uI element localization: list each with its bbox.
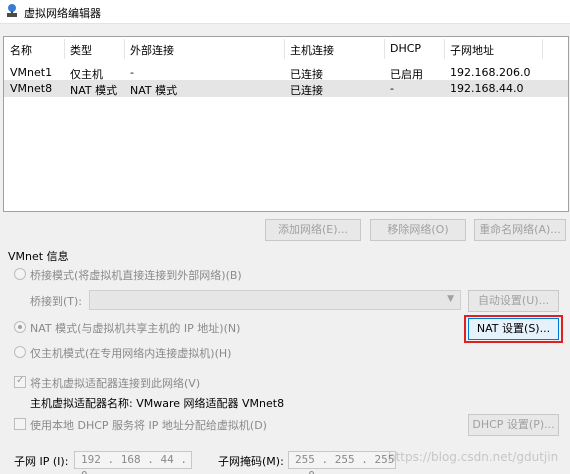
bridge-to-label: 桥接到(T): xyxy=(30,295,83,308)
cell-name: VMnet1 xyxy=(10,66,53,79)
table-row-vmnet8[interactable]: VMnet8 NAT 模式 NAT 模式 已连接 - 192.168.44.0 xyxy=(4,80,568,97)
title-bar: 虚拟网络编辑器 xyxy=(0,0,570,24)
column-header-external[interactable]: 外部连接 xyxy=(130,42,174,58)
column-header-dhcp[interactable]: DHCP xyxy=(390,42,421,55)
bridge-mode-radio[interactable] xyxy=(14,268,26,280)
nat-settings-button[interactable]: NAT 设置(S)... xyxy=(468,318,559,340)
window-title: 虚拟网络编辑器 xyxy=(24,7,101,20)
nat-mode-radio[interactable] xyxy=(14,321,26,333)
dhcp-settings-button[interactable]: DHCP 设置(P)... xyxy=(468,414,559,436)
column-header-type[interactable]: 类型 xyxy=(70,42,92,58)
column-header-name[interactable]: 名称 xyxy=(10,42,32,58)
connect-adapter-label[interactable]: 将主机虚拟适配器连接到此网络(V) xyxy=(30,375,200,391)
vmnet-info-title: VMnet 信息 xyxy=(8,250,69,263)
adapter-name-text: 主机虚拟适配器名称: VMware 网络适配器 VMnet8 xyxy=(30,397,285,410)
remove-network-button[interactable]: 移除网络(O) xyxy=(370,219,466,241)
cell-subnet: 192.168.206.0 xyxy=(450,66,531,79)
subnet-ip-field[interactable]: 192 . 168 . 44 . 0 xyxy=(74,451,192,474)
column-header-host[interactable]: 主机连接 xyxy=(290,42,334,58)
subnet-ip-label: 子网 IP (I): xyxy=(14,455,69,468)
host-only-radio[interactable] xyxy=(14,346,26,358)
bridge-mode-label[interactable]: 桥接模式(将虚拟机直接连接到外部网络)(B) xyxy=(30,267,242,283)
network-editor-icon xyxy=(7,4,17,17)
use-dhcp-label[interactable]: 使用本地 DHCP 服务将 IP 地址分配给虚拟机(D) xyxy=(30,417,267,433)
rename-network-button[interactable]: 重命名网络(A)... xyxy=(474,219,566,241)
table-header: 名称 类型 外部连接 主机连接 DHCP 子网地址 xyxy=(4,37,568,61)
connect-adapter-checkbox[interactable] xyxy=(14,375,26,388)
bridge-to-select[interactable]: ▼ xyxy=(89,290,461,310)
cell-type: NAT 模式 xyxy=(70,84,118,97)
add-network-button[interactable]: 添加网络(E)... xyxy=(265,219,361,241)
subnet-mask-label: 子网掩码(M): xyxy=(218,455,284,468)
cell-host: 已连接 xyxy=(290,84,323,97)
network-table[interactable]: 名称 类型 外部连接 主机连接 DHCP 子网地址 VMnet1 仅主机 - 已… xyxy=(3,36,569,212)
cell-external: NAT 模式 xyxy=(130,84,178,97)
cell-subnet: 192.168.44.0 xyxy=(450,82,524,95)
host-only-label[interactable]: 仅主机模式(在专用网络内连接虚拟机)(H) xyxy=(30,345,231,361)
cell-dhcp: - xyxy=(390,82,394,95)
cell-external: - xyxy=(130,66,134,79)
subnet-mask-field[interactable]: 255 . 255 . 255 . 0 xyxy=(288,451,396,474)
chevron-down-icon: ▼ xyxy=(447,294,454,304)
watermark-text: https://blog.csdn.net/gdutjin xyxy=(388,450,559,464)
use-dhcp-checkbox[interactable] xyxy=(14,418,26,430)
auto-settings-button[interactable]: 自动设置(U)... xyxy=(468,290,559,312)
table-row-vmnet1[interactable]: VMnet1 仅主机 - 已连接 已启用 192.168.206.0 xyxy=(4,64,568,81)
column-header-subnet[interactable]: 子网地址 xyxy=(450,42,494,58)
nat-mode-label[interactable]: NAT 模式(与虚拟机共享主机的 IP 地址)(N) xyxy=(30,320,240,336)
cell-name: VMnet8 xyxy=(10,82,53,95)
